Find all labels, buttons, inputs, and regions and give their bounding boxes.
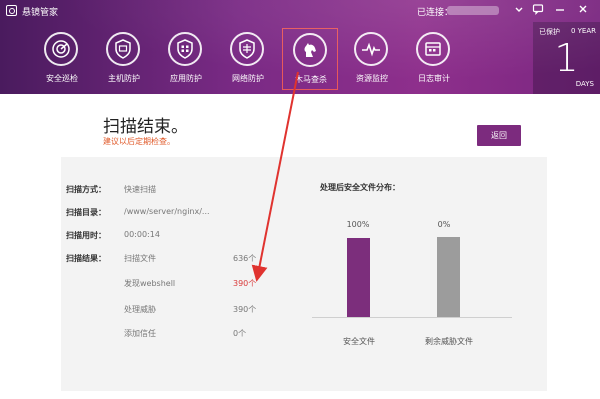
dropdown-chevron-icon[interactable] — [512, 3, 526, 17]
connected-host-redacted — [447, 6, 499, 15]
scan-result-title: 扫描结束。 — [103, 117, 188, 137]
result-name: 发现webshell — [124, 279, 176, 288]
header: 悬镜管家 已连接： 安全巡检 主机防护 应用防护 网络防护 木马查杀 资源监控 … — [0, 0, 600, 94]
network-shield-icon — [230, 32, 264, 66]
host-shield-icon — [106, 32, 140, 66]
scan-dir-value: /www/server/nginx/... — [124, 207, 210, 216]
scan-dir-label: 扫描目录： — [66, 208, 106, 217]
nav-label: 主机防护 — [108, 74, 140, 83]
protection-days-box: 已保护 0 YEAR 1 DAYS — [533, 22, 600, 94]
nav-label: 安全巡检 — [46, 74, 78, 83]
result-count: 0个 — [233, 329, 247, 338]
chart-bar-value: 0% — [437, 220, 451, 229]
scan-time-label: 扫描用时： — [66, 231, 106, 240]
minimize-icon[interactable] — [553, 3, 567, 17]
chart-category-label: 安全文件 — [343, 337, 375, 346]
back-button[interactable]: 返回 — [477, 125, 521, 146]
nav-label: 应用防护 — [170, 74, 202, 83]
result-name: 扫描文件 — [124, 254, 156, 263]
chart-baseline — [312, 317, 512, 318]
nav-item-resource-monitor[interactable]: 资源监控 — [344, 28, 400, 90]
result-name: 处理威胁 — [124, 305, 156, 314]
scan-time-value: 00:00:14 — [124, 230, 160, 239]
log-audit-icon — [416, 32, 450, 66]
protection-days-count: 1 — [554, 36, 579, 80]
protection-days-unit: DAYS — [575, 80, 594, 88]
chart-bar-remaining — [437, 237, 460, 317]
close-icon[interactable] — [576, 3, 590, 17]
app-shield-icon — [168, 32, 202, 66]
app-logo-icon — [6, 5, 17, 16]
app-name: 悬镜管家 — [22, 8, 59, 18]
nav-item-log-audit[interactable]: 日志审计 — [406, 28, 462, 90]
chart-category-label: 剩余威胁文件 — [425, 337, 473, 346]
protection-years: 0 YEAR — [570, 27, 596, 35]
scan-mode-label: 扫描方式： — [66, 185, 106, 194]
result-count: 390个 — [233, 305, 257, 314]
chart-bar-safe — [347, 238, 370, 317]
title-bar: 悬镜管家 已连接： — [0, 0, 600, 22]
nav-label: 资源监控 — [356, 74, 388, 83]
nav-item-network-protection[interactable]: 网络防护 — [220, 28, 276, 90]
nav-item-host-protection[interactable]: 主机防护 — [96, 28, 152, 90]
nav-label: 网络防护 — [232, 74, 264, 83]
scan-result-label: 扫描结果： — [66, 254, 106, 263]
result-name: 添加信任 — [124, 329, 156, 338]
chart-bar-value: 100% — [346, 220, 370, 229]
feedback-icon[interactable] — [531, 3, 545, 17]
webshell-count: 390个 — [233, 279, 257, 288]
nav-item-app-protection[interactable]: 应用防护 — [158, 28, 214, 90]
nav-label: 日志审计 — [418, 74, 450, 83]
result-count: 636个 — [233, 254, 257, 263]
chart-title: 处理后安全文件分布： — [320, 183, 400, 192]
trojan-horse-icon — [293, 33, 327, 67]
scan-mode-value: 快速扫描 — [124, 185, 156, 194]
pulse-monitor-icon — [354, 32, 388, 66]
nav-item-security-inspection[interactable]: 安全巡检 — [34, 28, 90, 90]
nav-item-trojan-scan[interactable]: 木马查杀 — [282, 28, 338, 90]
nav-label: 木马查杀 — [295, 75, 327, 84]
scan-tip: 建议以后定期检查。 — [103, 137, 175, 146]
inspection-icon — [44, 32, 78, 66]
